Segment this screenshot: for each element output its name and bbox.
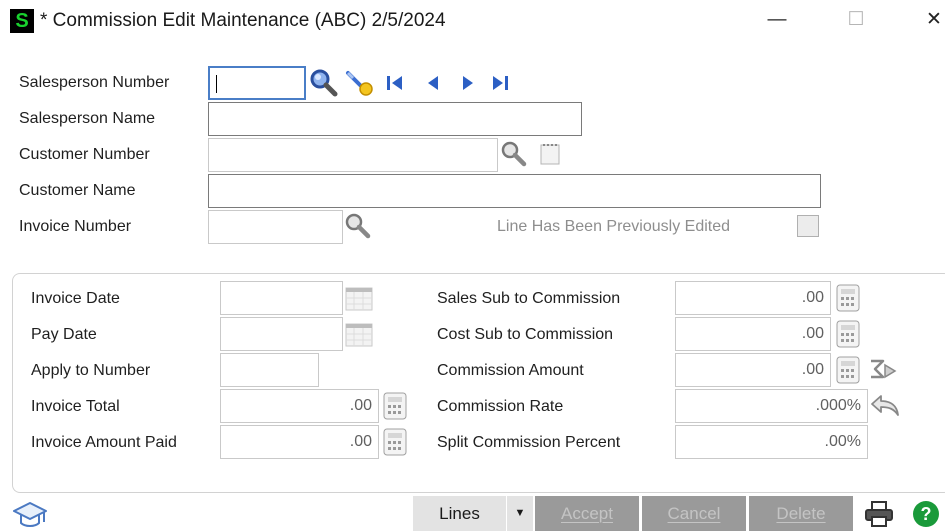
sales-sub-calculator-icon[interactable] [836, 284, 860, 312]
invoice-lookup-icon[interactable] [344, 212, 372, 240]
amount-paid-calculator-icon[interactable] [383, 428, 407, 456]
salesperson-number-input[interactable] [208, 66, 306, 100]
pay-date-calendar-icon[interactable] [345, 321, 373, 347]
recalculate-icon[interactable] [867, 355, 899, 385]
line-edited-checkbox[interactable] [797, 215, 819, 237]
window-title: * Commission Edit Maintenance (ABC) 2/5/… [40, 10, 446, 31]
commission-amount-label: Commission Amount [437, 362, 584, 379]
first-record-icon[interactable] [384, 72, 406, 94]
next-record-icon[interactable] [457, 72, 479, 94]
pay-date-input[interactable] [220, 317, 343, 351]
sales-sub-label: Sales Sub to Commission [437, 290, 621, 307]
text-caret [216, 75, 217, 93]
undo-icon[interactable] [869, 392, 901, 420]
split-commission-label: Split Commission Percent [437, 434, 621, 451]
salesperson-name-input[interactable] [208, 102, 582, 136]
cost-sub-label: Cost Sub to Commission [437, 326, 614, 343]
split-commission-input[interactable]: .00% [675, 425, 868, 459]
apply-to-number-input[interactable] [220, 353, 319, 387]
invoice-number-label: Invoice Number [19, 218, 132, 235]
customer-name-input[interactable] [208, 174, 821, 208]
commission-rate-label: Commission Rate [437, 398, 564, 415]
last-record-icon[interactable] [489, 72, 511, 94]
cancel-button[interactable]: Cancel [642, 496, 746, 531]
cost-sub-calculator-icon[interactable] [836, 320, 860, 348]
invoice-date-input[interactable] [220, 281, 343, 315]
title-bar: S * Commission Edit Maintenance (ABC) 2/… [0, 0, 945, 42]
delete-button[interactable]: Delete [749, 496, 853, 531]
previous-record-icon[interactable] [422, 72, 444, 94]
customer-name-label: Customer Name [19, 182, 136, 199]
commission-amount-calculator-icon[interactable] [836, 356, 860, 384]
customer-number-input[interactable] [208, 138, 498, 172]
customer-lookup-icon[interactable] [500, 140, 528, 168]
cost-sub-input[interactable]: .00 [675, 317, 831, 351]
invoice-date-calendar-icon[interactable] [345, 285, 373, 311]
close-button[interactable]: ✕ [914, 4, 945, 36]
invoice-date-label: Invoice Date [31, 290, 120, 307]
lines-dropdown-button[interactable]: ▼ [507, 496, 533, 531]
apply-to-number-label: Apply to Number [31, 362, 151, 379]
help-icon[interactable]: ? [911, 499, 941, 529]
customer-number-label: Customer Number [19, 146, 150, 163]
invoice-amount-paid-input[interactable]: .00 [220, 425, 379, 459]
sales-sub-input[interactable]: .00 [675, 281, 831, 315]
invoice-total-label: Invoice Total [31, 398, 120, 415]
commission-rate-input[interactable]: .000% [675, 389, 868, 423]
lookup-magnifier-icon[interactable] [309, 68, 339, 98]
maximize-button[interactable]: ☐ [836, 4, 876, 36]
salesperson-number-label: Salesperson Number [19, 74, 170, 91]
invoice-amount-paid-label: Invoice Amount Paid [31, 434, 177, 451]
graduation-cap-icon[interactable] [12, 500, 48, 530]
wand-search-icon[interactable] [344, 68, 374, 98]
accept-button[interactable]: Accept [535, 496, 639, 531]
commission-amount-input[interactable]: .00 [675, 353, 831, 387]
minimize-button[interactable]: — [757, 4, 797, 36]
customer-memo-icon[interactable] [539, 142, 561, 166]
lines-button[interactable]: Lines [413, 496, 506, 531]
salesperson-name-label: Salesperson Name [19, 110, 156, 127]
invoice-number-input[interactable] [208, 210, 343, 244]
printer-icon[interactable] [863, 500, 895, 528]
invoice-total-calculator-icon[interactable] [383, 392, 407, 420]
sage-app-icon: S [10, 9, 34, 33]
pay-date-label: Pay Date [31, 326, 97, 343]
line-edited-label: Line Has Been Previously Edited [497, 218, 731, 235]
svg-text:?: ? [921, 504, 932, 524]
invoice-total-input[interactable]: .00 [220, 389, 379, 423]
